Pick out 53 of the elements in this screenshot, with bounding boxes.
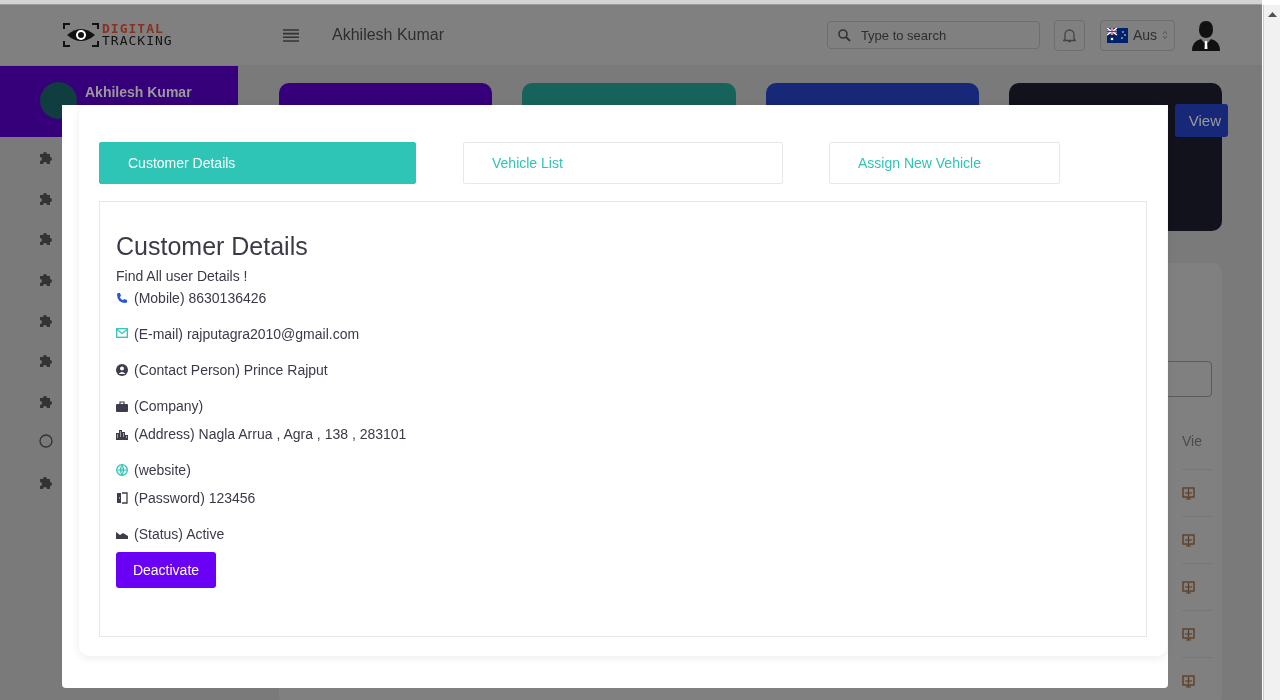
puzzle-icon[interactable] bbox=[39, 353, 53, 368]
user-silhouette-icon[interactable] bbox=[1190, 19, 1222, 51]
language-select[interactable]: Aus bbox=[1099, 19, 1175, 51]
notification-button[interactable] bbox=[1053, 19, 1085, 51]
detail-text: (website) bbox=[134, 462, 191, 478]
buildings-icon bbox=[116, 428, 128, 440]
puzzle-icon[interactable] bbox=[39, 150, 53, 165]
detail-text: (Company) bbox=[134, 398, 204, 414]
section-title: Customer Details bbox=[116, 232, 309, 261]
landscape-icon bbox=[116, 529, 128, 539]
circle-icon[interactable] bbox=[39, 434, 53, 449]
user-circle-icon bbox=[116, 364, 128, 376]
phone-icon bbox=[116, 292, 128, 304]
puzzle-icon[interactable] bbox=[39, 312, 53, 327]
detail-text: (E-mail) rajputagra2010@gmail.com bbox=[134, 326, 360, 342]
scrollbar[interactable] bbox=[1263, 5, 1280, 700]
briefcase-icon bbox=[116, 400, 128, 412]
view-icon[interactable] bbox=[1182, 674, 1195, 688]
puzzle-icon[interactable] bbox=[39, 190, 53, 205]
updown-icon bbox=[1162, 30, 1168, 40]
deactivate-button[interactable]: Deactivate bbox=[116, 552, 216, 588]
globe-icon bbox=[116, 464, 128, 476]
logo-text: DIGITAL bbox=[102, 23, 165, 35]
tab[interactable]: Vehicle List bbox=[463, 142, 783, 184]
puzzle-icon[interactable] bbox=[39, 393, 53, 408]
tab[interactable]: Assign New Vehicle bbox=[829, 142, 1060, 184]
puzzle-icon[interactable] bbox=[39, 475, 53, 490]
door-icon bbox=[116, 492, 128, 504]
puzzle-icon[interactable] bbox=[39, 231, 53, 246]
view-button[interactable]: View bbox=[1174, 104, 1228, 137]
detail-text: (Mobile) 8630136426 bbox=[134, 290, 267, 306]
flag-icon bbox=[1106, 27, 1128, 43]
view-icon[interactable] bbox=[1182, 533, 1195, 547]
detail-text: (Status) Active bbox=[134, 526, 225, 542]
view-icon[interactable] bbox=[1182, 486, 1195, 500]
detail-text: (Password) 123456 bbox=[134, 490, 256, 506]
puzzle-icon[interactable] bbox=[39, 272, 53, 287]
bell-icon bbox=[1062, 27, 1076, 43]
detail-text: (Contact Person) Prince Rajput bbox=[134, 362, 328, 378]
page-title: Akhilesh Kumar bbox=[332, 26, 445, 44]
search-icon bbox=[837, 29, 851, 42]
tab[interactable]: Customer Details bbox=[99, 142, 416, 184]
envelope-icon bbox=[116, 328, 128, 338]
search-field[interactable]: Type to search bbox=[826, 21, 1040, 49]
scroll-up-arrow-icon[interactable] bbox=[1267, 11, 1277, 17]
view-icon[interactable] bbox=[1182, 580, 1195, 594]
eye-logo-icon bbox=[62, 22, 100, 48]
detail-text: (Address) Nagla Arrua , Agra , 138 , 283101 bbox=[134, 426, 407, 442]
view-icon[interactable] bbox=[1182, 627, 1195, 641]
menu-icon[interactable] bbox=[283, 28, 299, 42]
user-name: Akhilesh Kumar bbox=[85, 84, 192, 100]
section-subtitle: Find All user Details ! bbox=[116, 268, 249, 284]
logo-text: TRACKING bbox=[102, 35, 173, 47]
